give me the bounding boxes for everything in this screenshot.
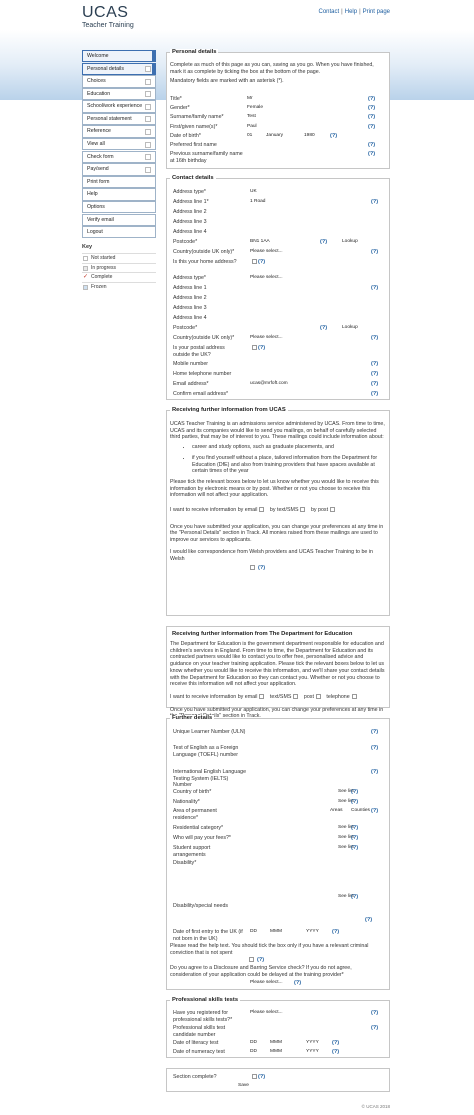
dfe-phone-checkbox[interactable] [351,694,357,700]
nav-welcome[interactable]: Welcome [82,50,156,63]
nav-reference[interactable]: Reference [82,125,156,138]
ucas-post-checkbox[interactable] [330,507,336,513]
nav-help[interactable]: Help [82,188,156,201]
contact-details-section: Contact details Address type* UK Address … [166,175,390,400]
personal-details-section: Personal details Complete as much of thi… [166,49,390,169]
home-address-checkbox[interactable] [252,259,257,264]
section-complete-checkbox[interactable] [252,1074,257,1079]
nav-options[interactable]: Options [82,200,156,214]
footer-copyright: © UCAS 2018 [361,1104,390,1109]
nav-education[interactable]: Education [82,87,156,101]
contact-link[interactable]: Contact [318,9,339,15]
lookup-button-postal[interactable]: Lookup [342,325,358,332]
ucas-email-checkbox[interactable] [259,507,265,513]
nav-check-form[interactable]: Check form [82,150,156,164]
status-box [145,66,151,73]
status-key: Key Not started In progress ✓ Complete Fr… [82,244,156,291]
skills-section: Professional skills tests Have you regis… [166,997,390,1058]
welsh-checkbox[interactable] [250,565,255,571]
nav-choices[interactable]: Choices [82,75,156,88]
dbs-select[interactable]: Please select... [250,980,283,987]
nav-view-all[interactable]: View all [82,138,156,151]
ucas-info-section: Receiving further information from UCAS … [166,407,390,616]
conviction-checkbox[interactable] [249,957,254,963]
print-page-link[interactable]: Print page [363,9,390,15]
dfe-email-checkbox[interactable] [259,694,265,700]
nav-personal-statement[interactable]: Personal statement [82,112,156,126]
top-links: Contact | Help | Print page [318,9,390,15]
ucas-logo[interactable]: UCAS Teacher Training [82,5,134,30]
nav-verify-email[interactable]: Verify email [82,213,156,226]
nav-school-work[interactable]: School/work experience [82,100,156,113]
sidebar-nav: Welcome Personal details Choices Educati… [82,50,156,239]
save-button[interactable]: Save [238,1083,249,1090]
nav-print-form[interactable]: Print form [82,175,156,189]
further-details-section: Further details Unique Learner Number (U… [166,715,390,990]
postal-outside-uk-checkbox[interactable] [252,345,257,350]
nav-logout[interactable]: Logout [82,226,156,239]
dfe-post-checkbox[interactable] [315,694,321,700]
dfe-info-section: Receiving further information from The D… [166,626,390,719]
dfe-text-checkbox[interactable] [293,694,299,700]
ucas-text-checkbox[interactable] [300,507,306,513]
nav-personal-details[interactable]: Personal details [82,62,156,75]
nav-pay-send[interactable]: Pay/send [82,163,156,176]
help-link[interactable]: Help [345,9,357,15]
lookup-button[interactable]: Lookup [342,239,358,246]
section-complete-box: Section complete? (?) Save [166,1068,390,1092]
